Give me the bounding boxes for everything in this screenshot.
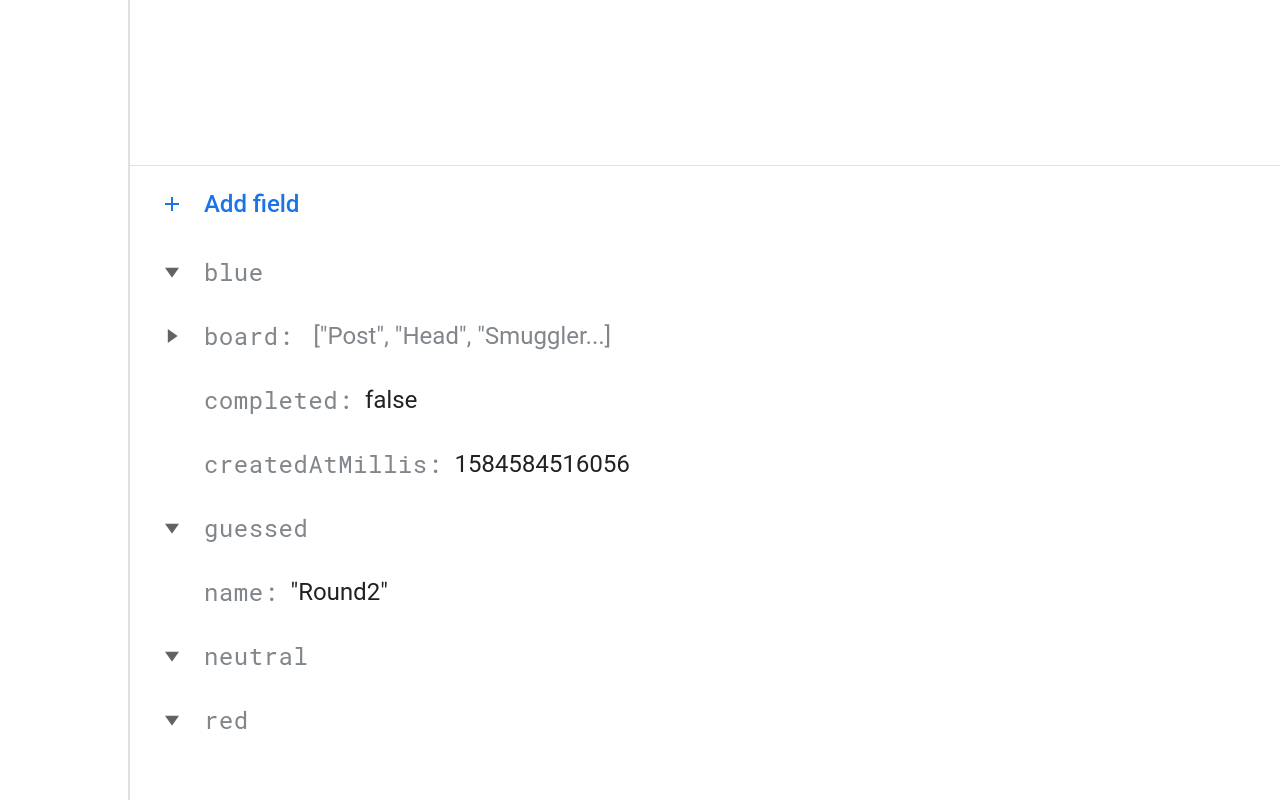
expander-spacer [160,580,184,604]
field-key: completed [204,384,365,416]
expander-spacer [160,388,184,412]
field-value: "Round2" [291,578,388,606]
main-area: Add field blue board ["Post", "Head", "S… [130,0,1280,800]
field-value: false [365,386,417,414]
field-value: ["Post", "Head", "Smuggler...] [313,322,611,350]
field-key: red [204,704,249,736]
fields-list: blue board ["Post", "Head", "Smuggler...… [130,240,1280,752]
field-value: 1584584516056 [454,450,629,478]
field-row-createdatmillis[interactable]: createdAtMillis 1584584516056 [160,432,1280,496]
plus-icon [160,192,184,216]
field-key: board [204,320,305,352]
field-row-neutral[interactable]: neutral [160,624,1280,688]
expand-down-icon[interactable] [160,644,184,668]
top-blank-area [130,0,1280,166]
field-row-board[interactable]: board ["Post", "Head", "Smuggler...] [160,304,1280,368]
expand-down-icon[interactable] [160,260,184,284]
add-field-button[interactable]: Add field [130,166,1280,240]
field-key: guessed [204,512,308,544]
field-row-red[interactable]: red [160,688,1280,752]
field-row-blue[interactable]: blue [160,240,1280,304]
field-row-guessed[interactable]: guessed [160,496,1280,560]
add-field-label: Add field [204,190,299,218]
expander-spacer [160,452,184,476]
expand-right-icon[interactable] [160,324,184,348]
field-key: createdAtMillis [204,448,454,480]
field-row-name[interactable]: name "Round2" [160,560,1280,624]
field-key: neutral [204,640,308,672]
expand-down-icon[interactable] [160,708,184,732]
left-gutter [0,0,130,800]
field-row-completed[interactable]: completed false [160,368,1280,432]
field-key: blue [204,256,264,288]
field-key: name [204,576,291,608]
expand-down-icon[interactable] [160,516,184,540]
